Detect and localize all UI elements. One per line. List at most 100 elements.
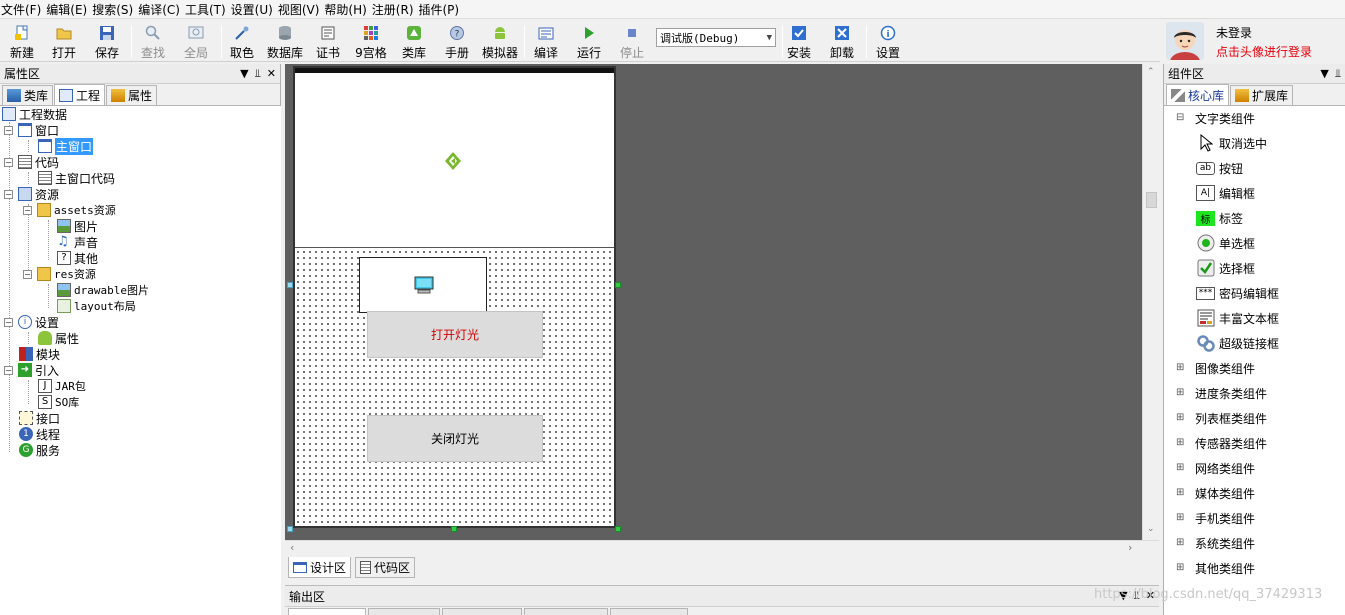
tree-node-resources[interactable]: − 资源 [4, 186, 59, 202]
collapse-icon[interactable]: − [4, 125, 13, 135]
resize-handle-bottom[interactable] [451, 526, 457, 532]
build-mode-select[interactable]: 调试版(Debug) ▼ [656, 28, 776, 47]
expand-icon[interactable]: ⊞ [1176, 487, 1185, 498]
resize-handle-right[interactable] [615, 282, 621, 288]
tree-node-assets[interactable]: − assets资源 [23, 202, 116, 218]
expand-icon[interactable]: ⊞ [1176, 562, 1185, 573]
tree-node-so[interactable]: S SO库 [38, 394, 79, 410]
tree-node-thread[interactable]: 1 线程 [19, 426, 60, 442]
tree-node-res[interactable]: − res资源 [23, 266, 96, 282]
tab-design[interactable]: 设计区 [288, 557, 352, 578]
component-deselect[interactable]: 取消选中 [1196, 133, 1267, 153]
group-text-components[interactable]: ⊟ 文字类组件 [1176, 108, 1255, 128]
certificate-button[interactable]: 证书 [308, 23, 348, 61]
tab-code[interactable]: 代码区 [355, 557, 416, 578]
collapse-icon[interactable]: − [23, 269, 32, 279]
scroll-down-icon[interactable]: ⌄ [1147, 524, 1155, 534]
output-tab[interactable] [610, 608, 688, 615]
menu-register[interactable]: 注册(R) [372, 1, 419, 18]
group-image-components[interactable]: ⊞ 图像类组件 [1176, 358, 1255, 378]
collapse-icon[interactable]: ⊟ [1176, 112, 1185, 123]
group-phone-components[interactable]: ⊞ 手机类组件 [1176, 508, 1255, 528]
layout-canvas[interactable]: 打开灯光 关闭灯光 [295, 249, 614, 526]
group-other-components[interactable]: ⊞ 其他类组件 [1176, 558, 1255, 578]
vertical-scrollbar[interactable]: ⌃ ⌄ [1142, 64, 1159, 540]
tab-extension-library[interactable]: 扩展库 [1230, 85, 1294, 105]
component-radio[interactable]: 单选框 [1196, 233, 1255, 253]
output-tab[interactable] [524, 608, 608, 615]
tree-node-code[interactable]: − 代码 [4, 154, 59, 170]
tree-node-drawable[interactable]: drawable图片 [57, 282, 149, 298]
color-picker-button[interactable]: 取色 [222, 23, 262, 61]
new-button[interactable]: 新建 [2, 23, 42, 61]
library-button[interactable]: 类库 [394, 23, 434, 61]
component-password-box[interactable]: *** 密码编辑框 [1196, 283, 1279, 303]
output-tab[interactable] [442, 608, 522, 615]
pin-icon[interactable]: ⫫ [1335, 67, 1341, 81]
menu-file[interactable]: 文件(F) [0, 1, 46, 18]
dropdown-icon[interactable]: ▼ [1320, 67, 1328, 81]
avatar[interactable] [1166, 22, 1204, 60]
expand-icon[interactable]: ⊞ [1176, 362, 1185, 373]
settings-button[interactable]: i 设置 [868, 23, 908, 61]
tab-project[interactable]: 工程 [54, 84, 106, 105]
tree-node-imports[interactable]: − ➜ 引入 [4, 362, 59, 378]
tree-root[interactable]: 工程数据 [2, 106, 67, 122]
pin-icon[interactable]: ⫫ [255, 67, 261, 81]
expand-icon[interactable]: ⊞ [1176, 512, 1185, 523]
turn-on-light-button[interactable]: 打开灯光 [367, 311, 543, 358]
uninstall-button[interactable]: 卸载 [822, 23, 862, 61]
scroll-right-icon[interactable]: › [1128, 541, 1132, 554]
tree-node-service[interactable]: G 服务 [19, 442, 60, 458]
image-widget[interactable] [359, 257, 487, 313]
component-label[interactable]: 标 标签 [1196, 208, 1243, 228]
group-progress-components[interactable]: ⊞ 进度条类组件 [1176, 383, 1267, 403]
resize-handle-left[interactable] [287, 282, 293, 288]
run-button[interactable]: 运行 [569, 23, 609, 61]
manual-button[interactable]: ? 手册 [437, 23, 477, 61]
expand-icon[interactable]: ⊞ [1176, 462, 1185, 473]
tree-node-module[interactable]: 模块 [19, 346, 60, 362]
database-button[interactable]: 数据库 [265, 23, 305, 61]
tree-node-interface[interactable]: 接口 [19, 410, 60, 426]
tree-node-settings[interactable]: − i 设置 [4, 314, 59, 330]
expand-icon[interactable]: ⊞ [1176, 437, 1185, 448]
collapse-icon[interactable]: − [4, 317, 13, 327]
stop-button[interactable]: 停止 [612, 23, 652, 61]
group-system-components[interactable]: ⊞ 系统类组件 [1176, 533, 1255, 553]
dropdown-icon[interactable]: ▼ [240, 67, 248, 81]
group-sensor-components[interactable]: ⊞ 传感器类组件 [1176, 433, 1267, 453]
open-button[interactable]: 打开 [44, 23, 84, 61]
login-hint-link[interactable]: 点击头像进行登录 [1216, 43, 1312, 60]
grid9-button[interactable]: 9宫格 [351, 23, 391, 61]
scroll-left-icon[interactable]: ‹ [290, 541, 294, 554]
find-button[interactable]: 查找 [133, 23, 173, 61]
component-button[interactable]: ab 按钮 [1196, 158, 1243, 178]
tree-node-images[interactable]: 图片 [57, 218, 98, 234]
close-icon[interactable]: ✕ [267, 67, 276, 81]
tab-core-library[interactable]: 核心库 [1166, 84, 1230, 105]
window-banner[interactable] [295, 73, 614, 248]
menu-view[interactable]: 视图(V) [278, 1, 325, 18]
expand-icon[interactable]: ⊞ [1176, 537, 1185, 548]
resize-handle-corner[interactable] [615, 526, 621, 532]
component-hyperlink[interactable]: 超级链接框 [1196, 333, 1279, 353]
menu-plugins[interactable]: 插件(P) [419, 1, 465, 18]
menu-tools[interactable]: 工具(T) [185, 1, 231, 18]
collapse-icon[interactable]: − [4, 365, 13, 375]
collapse-icon[interactable]: − [4, 157, 13, 167]
output-tab[interactable] [288, 608, 366, 615]
tree-node-window[interactable]: − 窗口 [4, 122, 59, 138]
tree-node-main-window[interactable]: 主窗口 [38, 137, 94, 155]
resize-handle-bottom-left[interactable] [287, 526, 293, 532]
expand-icon[interactable]: ⊞ [1176, 387, 1185, 398]
scroll-up-icon[interactable]: ⌃ [1147, 67, 1155, 77]
menu-edit[interactable]: 编辑(E) [46, 1, 92, 18]
menu-search[interactable]: 搜索(S) [92, 1, 138, 18]
collapse-icon[interactable]: − [4, 189, 13, 199]
group-media-components[interactable]: ⊞ 媒体类组件 [1176, 483, 1255, 503]
turn-off-light-button[interactable]: 关闭灯光 [367, 415, 543, 462]
tree-node-sounds[interactable]: ♫ 声音 [57, 234, 98, 250]
global-find-button[interactable]: 全局 [176, 23, 216, 61]
output-tab[interactable] [368, 608, 440, 615]
